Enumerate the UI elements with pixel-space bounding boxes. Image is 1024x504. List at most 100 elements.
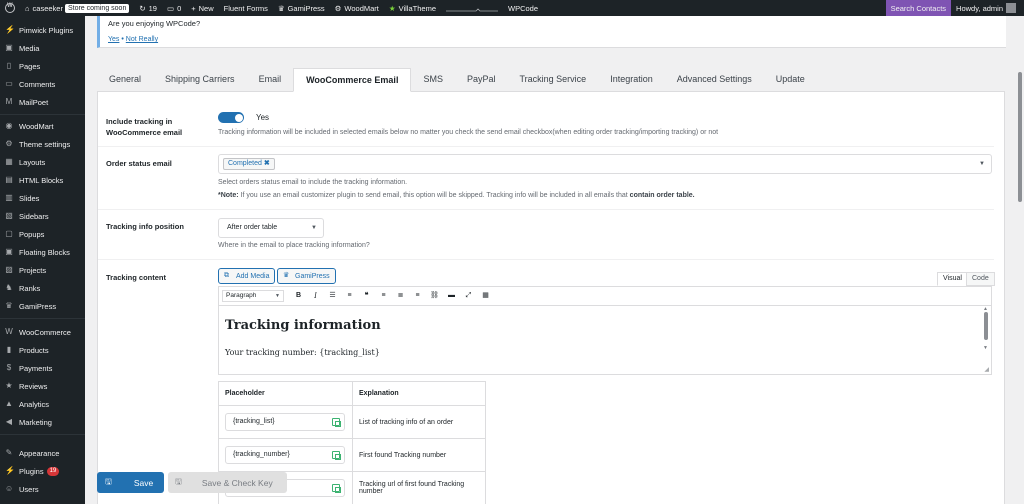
site-name-menu[interactable]: ⌂ caseeker Store coming soon xyxy=(20,0,134,16)
tracking-position-select[interactable]: After order table ▼ xyxy=(218,218,324,238)
placeholder-input[interactable]: {tracking_number} xyxy=(225,446,345,464)
placeholder-value: {tracking_number} xyxy=(233,451,290,458)
sidebar-item-products[interactable]: ▮ Products xyxy=(0,342,85,358)
copy-icon[interactable] xyxy=(332,418,341,427)
fullscreen-icon[interactable]: ⤢ xyxy=(460,290,477,302)
add-media-button[interactable]: ⧉ Add Media xyxy=(218,268,276,284)
tab-email[interactable]: Email xyxy=(247,67,294,91)
sidebar-item-label: Layouts xyxy=(19,157,46,167)
notice-separator: • xyxy=(121,36,124,43)
read-more-icon[interactable]: ▬ xyxy=(443,290,460,302)
placeholder-input[interactable]: {tracking_list} xyxy=(225,413,345,431)
save-disk-icon: 🖫 xyxy=(105,476,112,486)
gamipress-shortcode-button[interactable]: ♛ GamiPress xyxy=(277,268,336,284)
placeholder-cell: {tracking_list} xyxy=(218,405,353,439)
sidebar-item-slides[interactable]: ▥ Slides xyxy=(0,190,85,206)
order-status-note: *Note: If you use an email customizer pl… xyxy=(218,192,695,199)
villatheme-menu[interactable]: ★ VillaTheme xyxy=(384,0,441,16)
blockquote-icon[interactable]: ❝ xyxy=(358,290,375,302)
page-scrollbar[interactable] xyxy=(1016,16,1024,504)
tab-advanced-settings[interactable]: Advanced Settings xyxy=(665,67,764,91)
admin-sidebar: ⚡ Pimwick Plugins ▣ Media ▯ Pages ▭ Comments… xyxy=(0,16,85,504)
sidebar-item-pages[interactable]: ▯ Pages xyxy=(0,58,85,74)
toolbar-toggle-icon[interactable]: ▦ xyxy=(477,290,494,302)
save-button[interactable]: 🖫 Save xyxy=(97,472,164,493)
save-check-key-button[interactable]: 🖫 Save & Check Key xyxy=(168,472,287,493)
sidebar-item-plugins[interactable]: ⚡ Plugins 19 xyxy=(0,463,85,479)
sidebar-item-marketing[interactable]: ◀ Marketing xyxy=(0,414,85,430)
placeholder-value: {tracking_list} xyxy=(233,418,275,425)
sidebar-item-appearance[interactable]: ✎ Appearance xyxy=(0,445,85,461)
sidebar-item-sidebars[interactable]: ▧ Sidebars xyxy=(0,208,85,224)
tracking-position-description: Where in the email to place tracking inf… xyxy=(218,242,370,249)
sidebar-item-payments[interactable]: $ Payments xyxy=(0,360,85,376)
sidebar-item-theme-settings[interactable]: ⚙ Theme settings xyxy=(0,136,85,152)
store-status-badge[interactable]: Store coming soon xyxy=(64,3,130,13)
sidebar-item-html-blocks[interactable]: ▤ HTML Blocks xyxy=(0,172,85,188)
tab-sms[interactable]: SMS xyxy=(411,67,455,91)
settings-icon: ⚙ xyxy=(5,139,13,148)
sidebar-item-users[interactable]: ☺ Users xyxy=(0,481,85,497)
updates-menu[interactable]: ↻ 19 xyxy=(134,0,162,16)
tab-tracking-service[interactable]: Tracking Service xyxy=(508,67,599,91)
explanation-cell: List of tracking info of an order xyxy=(352,405,486,439)
notice-yes-link[interactable]: Yes xyxy=(108,36,119,43)
editor-toolbar: Paragraph ▼ B I ☰ ≡ ❝ ≡ ≣ ≡ ⛓ ▬ ⤢ ▦ xyxy=(218,286,992,306)
sidebar-item-floating-blocks[interactable]: ▣ Floating Blocks xyxy=(0,244,85,260)
sidebar-item-label: Media xyxy=(19,43,40,53)
sidebar-item-media[interactable]: ▣ Media xyxy=(0,40,85,56)
italic-icon[interactable]: I xyxy=(307,290,324,302)
wp-logo-menu[interactable] xyxy=(0,0,20,16)
tab-update[interactable]: Update xyxy=(764,67,817,91)
remove-chip-icon[interactable]: ✖ xyxy=(264,160,270,167)
editor-scroll-thumb[interactable] xyxy=(984,312,988,340)
align-center-icon[interactable]: ≣ xyxy=(392,290,409,302)
gamipress-menu[interactable]: ♛ GamiPress xyxy=(273,0,330,16)
editor-scrollbar[interactable]: ▲ ▼ xyxy=(982,306,990,354)
numbered-list-icon[interactable]: ≡ xyxy=(341,290,358,302)
new-content-menu[interactable]: + New xyxy=(186,0,218,16)
sidebar-item-gamipress[interactable]: ♛ GamiPress xyxy=(0,298,85,314)
visual-tab[interactable]: Visual xyxy=(937,272,968,286)
wpcode-menu[interactable]: WPCode xyxy=(503,0,543,16)
include-tracking-toggle[interactable] xyxy=(218,112,244,123)
search-contacts-button[interactable]: Search Contacts xyxy=(885,0,952,16)
plus-icon: + xyxy=(191,3,196,13)
resize-handle-icon[interactable]: ◢ xyxy=(984,366,989,373)
sidebar-item-comments[interactable]: ▭ Comments xyxy=(0,76,85,92)
sidebar-item-woocommerce[interactable]: W WooCommerce xyxy=(0,324,85,340)
sidebar-item-woodmart[interactable]: ◉ WoodMart xyxy=(0,118,85,134)
woodmart-menu[interactable]: ⚙ WoodMart xyxy=(330,0,384,16)
account-menu[interactable]: Howdy, admin xyxy=(951,0,1024,16)
sidebar-item-projects[interactable]: ▨ Projects xyxy=(0,262,85,278)
page-scroll-thumb[interactable] xyxy=(1018,72,1022,202)
scroll-down-icon[interactable]: ▼ xyxy=(983,345,988,351)
copy-icon[interactable] xyxy=(332,451,341,460)
align-right-icon[interactable]: ≡ xyxy=(409,290,426,302)
format-select[interactable]: Paragraph ▼ xyxy=(222,290,284,302)
sidebar-item-mailpoet[interactable]: M MailPoet xyxy=(0,94,85,110)
tab-shipping-carriers[interactable]: Shipping Carriers xyxy=(153,67,247,91)
notice-not-really-link[interactable]: Not Really xyxy=(126,36,158,43)
comments-count: 0 xyxy=(177,3,182,13)
order-status-multiselect[interactable]: Completed ✖ ▼ xyxy=(218,154,992,174)
align-left-icon[interactable]: ≡ xyxy=(375,290,392,302)
sidebar-item-reviews[interactable]: ★ Reviews xyxy=(0,378,85,394)
sidebar-item-layouts[interactable]: ▦ Layouts xyxy=(0,154,85,170)
tab-paypal[interactable]: PayPal xyxy=(455,67,508,91)
bold-icon[interactable]: B xyxy=(290,290,307,302)
sidebar-item-popups[interactable]: ▢ Popups xyxy=(0,226,85,242)
comments-menu[interactable]: ▭ 0 xyxy=(162,0,186,16)
bullet-list-icon[interactable]: ☰ xyxy=(324,290,341,302)
code-tab[interactable]: Code xyxy=(966,272,995,286)
sidebar-item-pimwick-plugins[interactable]: ⚡ Pimwick Plugins xyxy=(0,22,85,38)
tab-integration[interactable]: Integration xyxy=(598,67,665,91)
link-icon[interactable]: ⛓ xyxy=(426,290,443,302)
sidebar-item-ranks[interactable]: ♞ Ranks xyxy=(0,280,85,296)
sidebar-item-analytics[interactable]: ▲ Analytics xyxy=(0,396,85,412)
tab-woocommerce-email[interactable]: WooCommerce Email xyxy=(293,68,412,92)
fluent-forms-menu[interactable]: Fluent Forms xyxy=(219,0,273,16)
tracking-content-editor[interactable]: Tracking information Your tracking numbe… xyxy=(218,306,992,375)
copy-icon[interactable] xyxy=(332,484,341,493)
tab-general[interactable]: General xyxy=(97,67,153,91)
